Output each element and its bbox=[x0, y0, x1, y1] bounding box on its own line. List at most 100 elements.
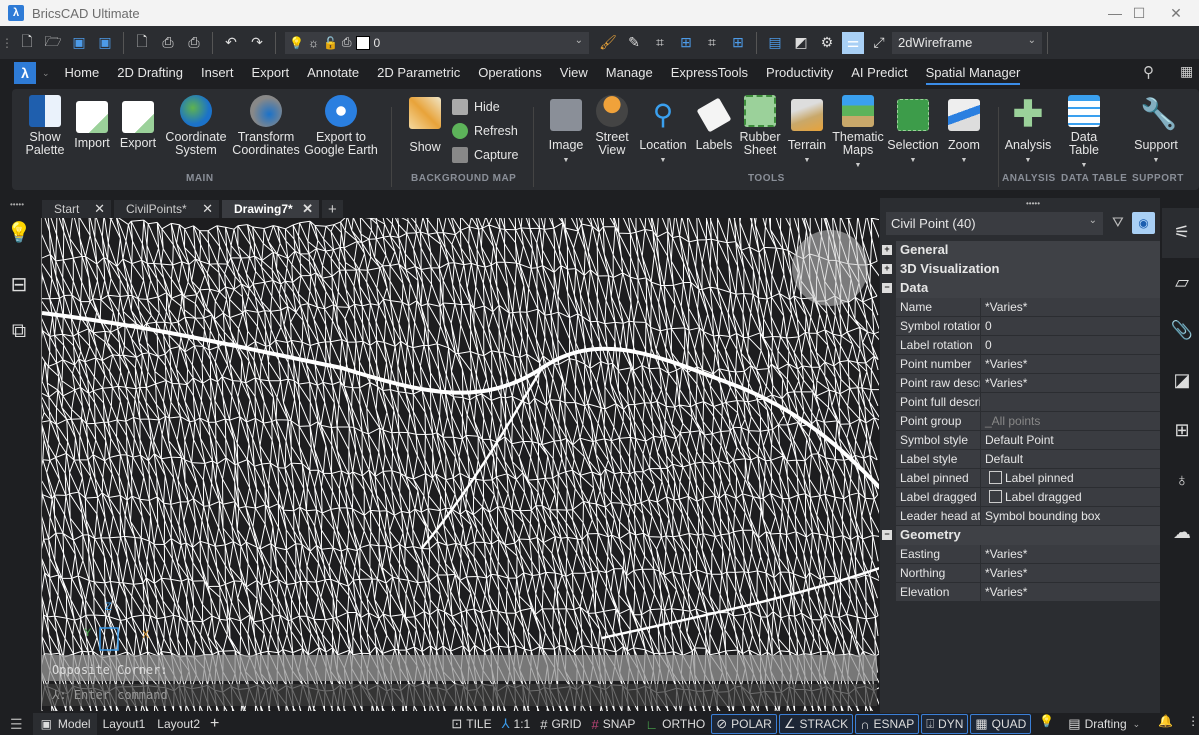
unisolate-icon[interactable]: ⊞ bbox=[727, 32, 749, 54]
toggle-pickadd-icon[interactable]: ◉ bbox=[1132, 212, 1155, 234]
property-value[interactable]: *Varies* bbox=[981, 355, 1160, 373]
rail-grip[interactable]: ••••• bbox=[10, 200, 24, 209]
export-button[interactable]: Export bbox=[119, 101, 157, 150]
property-value[interactable]: Symbol bounding box bbox=[981, 507, 1160, 525]
property-row[interactable]: Name *Varies* bbox=[896, 298, 1160, 317]
close-tab-icon[interactable]: ✕ bbox=[302, 201, 313, 217]
zoom-button[interactable]: Zoom ▼ bbox=[946, 99, 982, 167]
property-value[interactable]: *Varies* bbox=[981, 374, 1160, 392]
drawing-canvas[interactable]: Z Y X Opposite Corner: ⅄: Enter command bbox=[41, 218, 879, 711]
property-row[interactable]: Point number *Varies* bbox=[896, 355, 1160, 374]
tab-expresstools[interactable]: ExpressTools bbox=[662, 59, 757, 87]
tab-spatial-manager[interactable]: Spatial Manager bbox=[917, 59, 1030, 87]
tab-insert[interactable]: Insert bbox=[192, 59, 243, 87]
isolate-icon[interactable]: ⊞ bbox=[675, 32, 697, 54]
expand-icon[interactable]: + bbox=[882, 245, 892, 255]
fullscreen-icon[interactable]: ⤢ bbox=[868, 32, 890, 54]
property-value[interactable]: *Varies* bbox=[981, 583, 1160, 601]
tab-ai-predict[interactable]: AI Predict bbox=[842, 59, 916, 87]
toolbar-grip[interactable]: ⋮ bbox=[0, 36, 14, 50]
property-row[interactable]: Easting *Varies* bbox=[896, 545, 1160, 564]
category-general[interactable]: + General bbox=[882, 241, 1160, 260]
collapse-icon[interactable]: − bbox=[882, 283, 892, 293]
toggle-grid[interactable]: # GRID bbox=[536, 714, 585, 734]
property-value[interactable]: 0 bbox=[981, 317, 1160, 335]
analysis-button[interactable]: ✚ Analysis ▼ bbox=[1004, 96, 1052, 167]
toggle-annotation-scale[interactable]: ⅄ 1:1 bbox=[498, 714, 535, 734]
toggle-ortho[interactable]: ∟ ORTHO bbox=[641, 714, 709, 734]
property-value[interactable]: Default Point bbox=[981, 431, 1160, 449]
property-row[interactable]: Label rotation 0 bbox=[896, 336, 1160, 355]
select-similar-icon[interactable]: ⌗ bbox=[649, 32, 671, 54]
save-as-icon[interactable]: ▣ bbox=[94, 32, 116, 54]
street-view-button[interactable]: Street View bbox=[594, 95, 630, 157]
import-button[interactable]: Import bbox=[73, 101, 111, 150]
undo-icon[interactable]: ↶ bbox=[220, 32, 242, 54]
close-button[interactable]: ✕ bbox=[1153, 0, 1199, 26]
save-icon[interactable]: ▣ bbox=[68, 32, 90, 54]
print-preview-icon[interactable]: 🗋 bbox=[131, 32, 153, 54]
structure-tree-icon[interactable]: ⊟ bbox=[6, 272, 32, 298]
notification-bell-icon[interactable]: 🔔 bbox=[1158, 714, 1173, 734]
property-row[interactable]: Label style Default bbox=[896, 450, 1160, 469]
property-row[interactable]: Point group _All points bbox=[896, 412, 1160, 431]
workspace-dropdown[interactable]: ▤ Drafting ⌄ bbox=[1064, 714, 1144, 734]
blocks-grid-icon[interactable]: ⊞ bbox=[1170, 420, 1194, 444]
add-layout-button[interactable]: + bbox=[210, 715, 219, 733]
property-value[interactable]: Label pinned bbox=[981, 469, 1160, 487]
background-map-hide-button[interactable]: Hide bbox=[452, 99, 500, 115]
toggle-polar[interactable]: ⊘ POLAR bbox=[711, 714, 777, 734]
category-3d-visualization[interactable]: +3D Visualization bbox=[882, 260, 1160, 279]
tab-2d-parametric[interactable]: 2D Parametric bbox=[368, 59, 469, 87]
selection-filter-dropdown[interactable]: Civil Point (40) ⌄ bbox=[886, 212, 1103, 235]
property-row[interactable]: Elevation *Varies* bbox=[896, 583, 1160, 602]
property-row[interactable]: Label dragged Label dragged bbox=[896, 488, 1160, 507]
panel-grip[interactable]: ••••• bbox=[1026, 199, 1040, 208]
match-properties-icon[interactable]: 🖌 bbox=[597, 32, 619, 54]
property-value[interactable]: Default bbox=[981, 450, 1160, 468]
layout-tab-layout1[interactable]: Layout1 bbox=[97, 713, 152, 735]
tips-lightbulb-icon[interactable]: 💡 bbox=[6, 220, 32, 246]
rubber-sheet-button[interactable]: Rubber Sheet bbox=[739, 95, 781, 157]
tab-manage[interactable]: Manage bbox=[597, 59, 662, 87]
checkbox[interactable] bbox=[989, 490, 1002, 503]
explorer-icon[interactable]: ▤ bbox=[764, 32, 786, 54]
doc-tab-drawing7[interactable]: Drawing7* ✕ bbox=[222, 200, 319, 218]
property-value[interactable]: _All points bbox=[981, 412, 1160, 430]
checkbox[interactable] bbox=[989, 471, 1002, 484]
new-tab-button[interactable]: + bbox=[322, 200, 343, 218]
background-map-capture-button[interactable]: Capture bbox=[452, 147, 518, 163]
hamburger-menu-icon[interactable]: ☰ bbox=[10, 716, 23, 733]
app-menu-button[interactable]: λ bbox=[14, 62, 36, 84]
hints-lightbulb-icon[interactable]: 💡 bbox=[1039, 714, 1054, 734]
toggle-strack[interactable]: ∠ STRACK bbox=[778, 714, 854, 734]
property-value[interactable]: *Varies* bbox=[981, 545, 1160, 563]
property-row[interactable]: Label pinned Label pinned bbox=[896, 469, 1160, 488]
support-button[interactable]: 🔧 Support ▼ bbox=[1132, 99, 1180, 167]
category-geometry[interactable]: − Geometry bbox=[882, 526, 1160, 545]
image-button[interactable]: Image ▼ bbox=[548, 99, 584, 167]
export-google-earth-button[interactable]: Export to Google Earth bbox=[304, 95, 378, 157]
open-file-icon[interactable]: 🗁 bbox=[42, 32, 64, 54]
labels-button[interactable]: Labels bbox=[695, 97, 733, 152]
property-row[interactable]: Leader head at Symbol bounding box bbox=[896, 507, 1160, 526]
tab-home[interactable]: Home bbox=[56, 59, 109, 87]
sheet-sets-icon[interactable]: ◪ bbox=[1170, 370, 1194, 394]
more-options-icon[interactable]: ⋮ bbox=[1187, 714, 1199, 734]
terrain-button[interactable]: Terrain ▼ bbox=[787, 99, 827, 167]
quick-select-filter-icon[interactable]: ⛛ bbox=[1112, 214, 1124, 231]
location-button[interactable]: ⚲ Location ▼ bbox=[638, 99, 688, 167]
data-table-button[interactable]: Data Table ▼ bbox=[1066, 95, 1102, 172]
eyedropper-icon[interactable]: ✎ bbox=[623, 32, 645, 54]
layout-tab-model[interactable]: ▣ Model bbox=[32, 713, 97, 735]
library-panel-icon[interactable]: ⧉ bbox=[6, 320, 32, 346]
property-value[interactable]: Label dragged bbox=[981, 488, 1160, 506]
property-value[interactable] bbox=[981, 393, 1160, 411]
tab-2d-drafting[interactable]: 2D Drafting bbox=[108, 59, 192, 87]
close-tab-icon[interactable]: ✕ bbox=[202, 201, 213, 217]
layers-icon[interactable]: ▱ bbox=[1170, 272, 1194, 296]
tab-productivity[interactable]: Productivity bbox=[757, 59, 842, 87]
tab-operations[interactable]: Operations bbox=[469, 59, 551, 87]
doc-tab-start[interactable]: Start ✕ bbox=[42, 200, 111, 218]
selection-button[interactable]: Selection ▼ bbox=[887, 99, 939, 167]
